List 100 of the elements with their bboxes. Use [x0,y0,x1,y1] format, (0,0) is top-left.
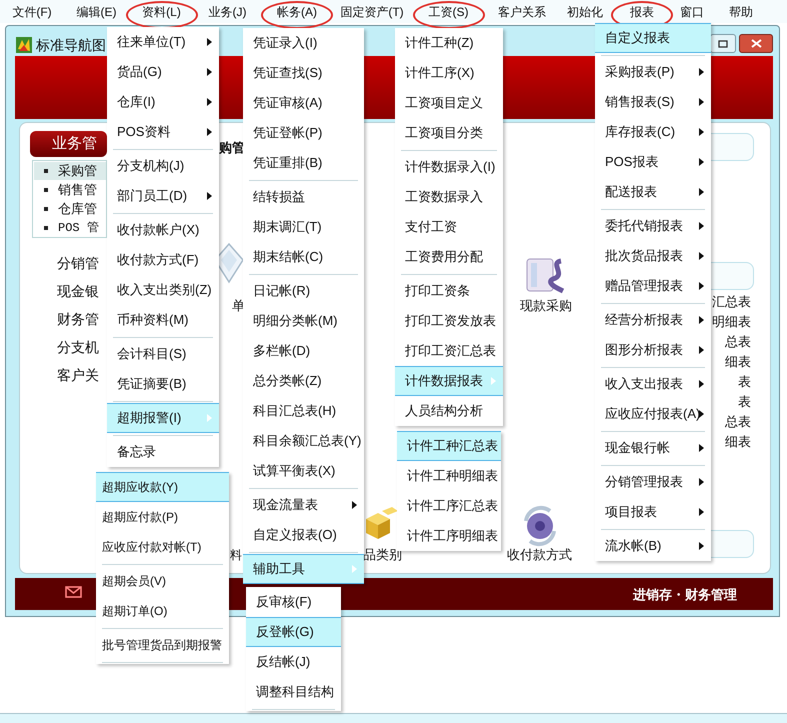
close-button[interactable] [739,34,773,53]
menu-item[interactable]: 流水帐(B) [595,531,711,561]
menu-item[interactable]: 仓库(I) [107,87,219,117]
report-link[interactable]: 细表 [725,352,751,372]
menu-item[interactable]: 自定义报表 [595,23,711,53]
menu-item[interactable]: 超期应收款(Y) [96,472,229,502]
menu-item[interactable]: 批次货品报表 [595,241,711,271]
menu-item[interactable]: 备忘录 [107,437,219,467]
report-link[interactable]: 明细表 [712,312,751,332]
menu-item[interactable]: 货品(G) [107,57,219,87]
menu-bar-item[interactable]: 客户关系 [486,0,558,23]
menu-item[interactable]: 期末调汇(T) [243,212,364,242]
menu-item[interactable]: POS报表 [595,147,711,177]
menu-item[interactable]: 支付工资 [395,212,503,242]
section-link[interactable]: 现金银 [57,281,99,302]
menu-bar-item[interactable]: 帮助 [712,0,770,23]
menu-item[interactable]: 计件工序明细表 [397,521,501,551]
menu-item[interactable]: 收入支出类别(Z) [107,275,219,305]
menu-item[interactable]: 试算平衡表(X) [243,456,364,486]
menu-item[interactable]: 销售报表(S) [595,87,711,117]
menu-item[interactable]: 采购报表(P) [595,57,711,87]
report-link[interactable]: 表 [738,372,751,392]
menu-item[interactable]: 工资费用分配 [395,242,503,272]
menu-item[interactable]: 计件工种明细表 [397,461,501,491]
menu-item[interactable]: 多栏帐(D) [243,336,364,366]
menu-item[interactable]: 凭证重排(B) [243,148,364,178]
menu-item[interactable]: 委托代销报表 [595,211,711,241]
menu-item[interactable]: 超期会员(V) [96,566,229,596]
menu-item[interactable]: 部门员工(D) [107,181,219,211]
menu-item[interactable]: 批号管理货品到期报警 [96,630,229,660]
report-link[interactable]: 细表 [725,432,751,452]
section-link[interactable]: 分支机 [57,337,99,358]
menu-item[interactable]: 计件数据报表 [395,366,503,396]
section-link[interactable]: 财务管 [57,309,99,330]
menu-item[interactable]: 超期订单(O) [96,596,229,626]
menu-item[interactable]: 打印工资发放表 [395,306,503,336]
menu-bar-item[interactable]: 窗口 [672,0,712,23]
menu-item[interactable]: 计件工序(X) [395,58,503,88]
menu-item[interactable]: 打印工资条 [395,276,503,306]
menu-item[interactable]: 凭证摘要(B) [107,369,219,399]
menu-item[interactable]: 调整科目结构 [246,677,341,707]
menu-item[interactable]: 凭证审核(A) [243,88,364,118]
shortcut-label[interactable]: 现款采购 [520,296,572,316]
menu-item[interactable]: POS资料 [107,117,219,147]
menu-item[interactable]: 超期应付款(P) [96,502,229,532]
report-link[interactable]: 总表 [725,412,751,432]
restore-button[interactable] [710,34,736,53]
menu-bar-item[interactable]: 报表 [612,0,672,23]
shortcut-label[interactable]: 单 [232,296,245,316]
menu-item[interactable]: 会计科目(S) [107,339,219,369]
menu-item[interactable]: 工资数据录入 [395,182,503,212]
menu-item[interactable]: 人员结构分析 [395,396,503,426]
menu-item[interactable]: 库存报表(C) [595,117,711,147]
menu-item[interactable]: 结转损益 [243,182,364,212]
menu-item[interactable]: 自定义报表(O) [243,520,364,550]
menu-item[interactable]: 凭证查找(S) [243,58,364,88]
shortcut-label[interactable]: 料 [230,546,242,564]
menu-item[interactable]: 反审核(F) [246,587,341,617]
menu-item[interactable]: 凭证录入(I) [243,28,364,58]
menu-item[interactable]: 收付款方式(F) [107,245,219,275]
menu-item[interactable]: 期末结帐(C) [243,242,364,272]
menu-bar-item[interactable]: 工资(S) [411,0,486,23]
menu-item[interactable]: 配送报表 [595,177,711,207]
menu-item[interactable]: 现金银行帐 [595,433,711,463]
menu-item[interactable]: 明细分类帐(M) [243,306,364,336]
menu-item[interactable]: 收入支出报表 [595,369,711,399]
menu-item[interactable]: 分销管理报表 [595,467,711,497]
menu-item[interactable]: 计件工种(Z) [395,28,503,58]
menu-item[interactable]: 工资项目定义 [395,88,503,118]
section-list-item[interactable]: 采购管 [34,162,106,180]
section-link[interactable]: 客户关 [57,365,99,386]
shortcut-label[interactable]: 收付款方式 [507,545,572,564]
menu-item[interactable]: 计件数据录入(I) [395,152,503,182]
menu-item[interactable]: 超期报警(I) [107,403,219,433]
menu-item[interactable]: 计件工序汇总表 [397,491,501,521]
section-button[interactable]: 业务管 [30,131,107,157]
menu-item[interactable]: 往来单位(T) [107,27,219,57]
menu-item[interactable]: 现金流量表 [243,490,364,520]
menu-item[interactable]: 赠品管理报表 [595,271,711,301]
menu-item[interactable]: 科目汇总表(H) [243,396,364,426]
section-link[interactable]: 分销管 [57,253,99,274]
menu-bar-item[interactable]: 编辑(E) [64,0,129,23]
menu-item[interactable]: 计件工种汇总表 [397,431,501,461]
menu-item[interactable]: 总分类帐(Z) [243,366,364,396]
menu-bar-item[interactable]: 初始化 [558,0,612,23]
report-link[interactable]: 总表 [725,332,751,352]
report-link[interactable]: 汇总表 [712,292,751,312]
menu-item[interactable]: 辅助工具 [243,554,364,584]
menu-item[interactable]: 科目余额汇总表(Y) [243,426,364,456]
menu-item[interactable]: 反登帐(G) [246,617,341,647]
menu-item[interactable]: 币种资料(M) [107,305,219,335]
menu-bar-item[interactable]: 固定资产(T) [333,0,411,23]
mail-icon[interactable] [65,586,82,598]
menu-item[interactable]: 反结帐(J) [246,647,341,677]
menu-item[interactable]: 经营分析报表 [595,305,711,335]
menu-item[interactable]: 分支机构(J) [107,151,219,181]
menu-item[interactable]: 凭证登帐(P) [243,118,364,148]
menu-item[interactable]: 打印工资汇总表 [395,336,503,366]
menu-item[interactable]: 日记帐(R) [243,276,364,306]
menu-item[interactable]: 工资项目分类 [395,118,503,148]
